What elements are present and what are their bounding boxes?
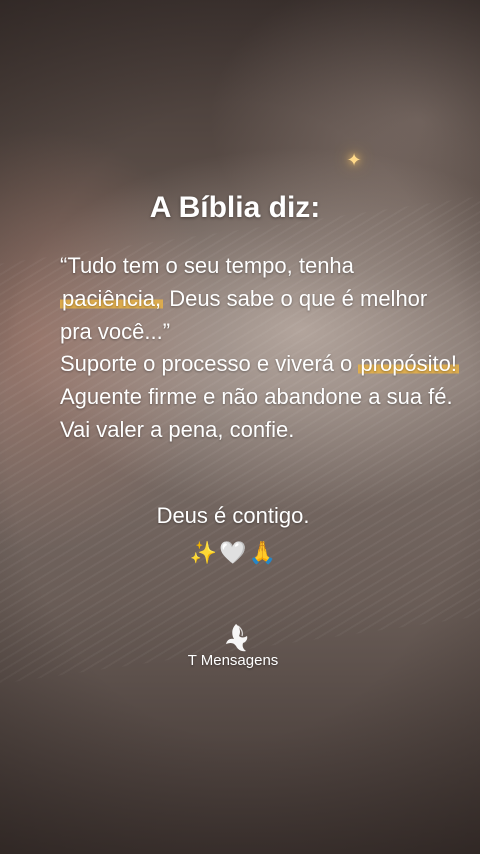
- quote-text-1a: “Tudo tem o seu tempo, tenha: [60, 253, 354, 278]
- quote-text-2a: Suporte o processo e viverá o: [60, 351, 359, 377]
- quote-text: “Tudo tem o seu tempo, tenha paciência, …: [60, 250, 460, 447]
- quote-paragraph-1: “Tudo tem o seu tempo, tenha paciência, …: [60, 250, 460, 348]
- highlight-proposito: propósito!: [358, 351, 460, 377]
- quote-paragraph-3: Aguente firme e não abandone a sua fé. V…: [60, 384, 453, 442]
- emoji-row: ✨🤍🙏: [0, 538, 466, 568]
- sparkles-icon: ✨: [189, 540, 218, 565]
- brand-name: T Mensagens: [187, 652, 279, 669]
- quote-paragraph-2: Suporte o processo e viverá o propósito!: [60, 348, 460, 381]
- white-heart-icon: 🤍: [219, 540, 247, 565]
- praying-hands-icon: 🙏: [248, 540, 277, 565]
- highlight-paciencia: paciência,: [60, 285, 164, 311]
- sparkle-icon: ✦: [346, 150, 362, 170]
- dove-logo-icon: [226, 624, 248, 652]
- post-title: A Bíblia diz:: [149, 191, 321, 224]
- closing-line: Deus é contigo.: [156, 503, 310, 528]
